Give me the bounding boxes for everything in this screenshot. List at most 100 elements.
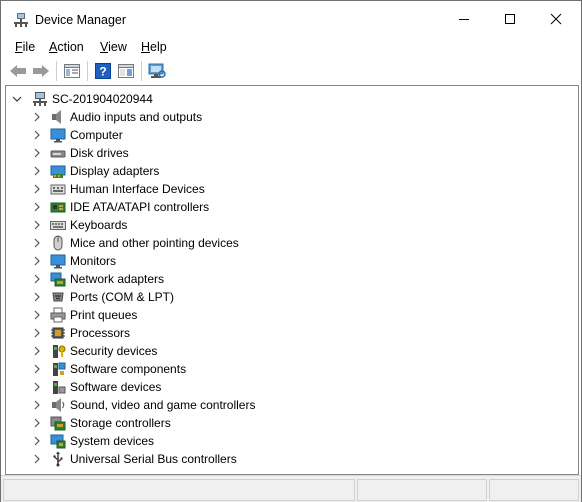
menu-help[interactable]: Help bbox=[141, 40, 167, 54]
tree-category-label: Ports (COM & LPT) bbox=[70, 290, 175, 304]
tree-category[interactable]: Universal Serial Bus controllers bbox=[6, 450, 566, 468]
tree-category[interactable]: Computer bbox=[6, 126, 566, 144]
device-manager-window: Device Manager File Action View Help ? S… bbox=[0, 0, 582, 502]
tree-category[interactable]: Sound, video and game controllers bbox=[6, 396, 566, 414]
chevron-right-icon[interactable] bbox=[32, 112, 42, 122]
chevron-right-icon[interactable] bbox=[32, 202, 42, 212]
tree-category[interactable]: IDE ATA/ATAPI controllers bbox=[6, 198, 566, 216]
properties-icon bbox=[64, 64, 80, 78]
tree-category-label: Sound, video and game controllers bbox=[70, 398, 256, 412]
display-adapter-icon bbox=[50, 163, 66, 179]
menu-action[interactable]: Action bbox=[49, 40, 84, 54]
chevron-right-icon[interactable] bbox=[32, 184, 42, 194]
chevron-right-icon[interactable] bbox=[32, 328, 42, 338]
maximize-button[interactable] bbox=[487, 1, 533, 37]
tree-category[interactable]: Audio inputs and outputs bbox=[6, 108, 566, 126]
tree-category-label: Software components bbox=[70, 362, 187, 376]
tree-category[interactable]: Software devices bbox=[6, 378, 566, 396]
properties-button[interactable] bbox=[63, 62, 81, 80]
hid-icon bbox=[50, 181, 66, 197]
monitor-icon bbox=[50, 127, 66, 143]
title-bar[interactable]: Device Manager bbox=[1, 1, 581, 37]
tree-category[interactable]: System devices bbox=[6, 432, 566, 450]
mouse-icon bbox=[50, 235, 66, 251]
show-hide-pane-button[interactable] bbox=[117, 62, 135, 80]
system-devices-icon bbox=[50, 433, 66, 449]
forward-button[interactable] bbox=[32, 62, 50, 80]
help-button[interactable]: ? bbox=[94, 62, 112, 80]
chevron-right-icon[interactable] bbox=[32, 364, 42, 374]
chevron-right-icon[interactable] bbox=[32, 454, 42, 464]
tree-category[interactable]: Ports (COM & LPT) bbox=[6, 288, 566, 306]
chevron-right-icon[interactable] bbox=[32, 220, 42, 230]
usb-icon bbox=[50, 451, 66, 467]
back-arrow-icon bbox=[10, 65, 26, 77]
computer-icon bbox=[32, 92, 48, 106]
monitor-icon bbox=[50, 253, 66, 269]
chevron-right-icon[interactable] bbox=[32, 274, 42, 284]
tree-category[interactable]: Network adapters bbox=[6, 270, 566, 288]
chevron-right-icon[interactable] bbox=[32, 382, 42, 392]
disk-drive-icon bbox=[50, 145, 66, 161]
ide-controller-icon bbox=[50, 199, 66, 215]
tree-root[interactable]: SC-201904020944 bbox=[6, 90, 566, 108]
sound-icon bbox=[50, 397, 66, 413]
tree-category[interactable]: Keyboards bbox=[6, 216, 566, 234]
chevron-right-icon[interactable] bbox=[32, 256, 42, 266]
tree-category-label: Storage controllers bbox=[70, 416, 171, 430]
back-button[interactable] bbox=[9, 62, 27, 80]
forward-arrow-icon bbox=[33, 65, 49, 77]
tree-category-label: Disk drives bbox=[70, 146, 129, 160]
tree-category[interactable]: Software components bbox=[6, 360, 566, 378]
tree-category-label: Security devices bbox=[70, 344, 158, 358]
chevron-right-icon[interactable] bbox=[32, 130, 42, 140]
security-device-icon bbox=[50, 343, 66, 359]
device-tree[interactable]: SC-201904020944 Audio inputs and outputs… bbox=[5, 85, 579, 475]
chevron-right-icon[interactable] bbox=[32, 238, 42, 248]
tree-category[interactable]: Security devices bbox=[6, 342, 566, 360]
chevron-right-icon[interactable] bbox=[32, 310, 42, 320]
svg-text:?: ? bbox=[99, 65, 106, 79]
tree-category[interactable]: Storage controllers bbox=[6, 414, 566, 432]
chevron-right-icon[interactable] bbox=[32, 418, 42, 428]
help-icon: ? bbox=[95, 63, 111, 79]
printer-icon bbox=[50, 307, 66, 323]
chevron-down-icon[interactable] bbox=[12, 94, 22, 104]
chevron-right-icon[interactable] bbox=[32, 292, 42, 302]
close-icon bbox=[550, 13, 562, 25]
toolbar: ? bbox=[1, 59, 581, 83]
tree-category-label: Print queues bbox=[70, 308, 138, 322]
device-manager-icon bbox=[14, 13, 28, 27]
tree-category[interactable]: Mice and other pointing devices bbox=[6, 234, 566, 252]
status-pane-right bbox=[489, 479, 579, 501]
tree-category[interactable]: Processors bbox=[6, 324, 566, 342]
menu-view[interactable]: View bbox=[100, 40, 127, 54]
chevron-right-icon[interactable] bbox=[32, 346, 42, 356]
show-hide-pane-icon bbox=[118, 64, 134, 78]
tree-category[interactable]: Monitors bbox=[6, 252, 566, 270]
tree-category[interactable]: Display adapters bbox=[6, 162, 566, 180]
chevron-right-icon[interactable] bbox=[32, 166, 42, 176]
toolbar-separator bbox=[56, 61, 57, 81]
close-button[interactable] bbox=[533, 1, 579, 37]
tree-category-label: Monitors bbox=[70, 254, 117, 268]
keyboard-icon bbox=[50, 217, 66, 233]
minimize-button[interactable] bbox=[441, 1, 487, 37]
network-adapter-icon bbox=[50, 271, 66, 287]
chevron-right-icon[interactable] bbox=[32, 148, 42, 158]
chevron-right-icon[interactable] bbox=[32, 400, 42, 410]
speaker-icon bbox=[50, 109, 66, 125]
window-title: Device Manager bbox=[35, 13, 127, 27]
tree-category-label: Network adapters bbox=[70, 272, 165, 286]
tree-category-label: Audio inputs and outputs bbox=[70, 110, 203, 124]
port-icon bbox=[50, 289, 66, 305]
chevron-right-icon[interactable] bbox=[32, 436, 42, 446]
storage-controller-icon bbox=[50, 415, 66, 431]
menu-file[interactable]: File bbox=[15, 40, 35, 54]
tree-category[interactable]: Disk drives bbox=[6, 144, 566, 162]
tree-category[interactable]: Human Interface Devices bbox=[6, 180, 566, 198]
scan-hardware-button[interactable] bbox=[148, 62, 166, 80]
tree-category[interactable]: Print queues bbox=[6, 306, 566, 324]
tree-category-label: Human Interface Devices bbox=[70, 182, 205, 196]
software-device-icon bbox=[50, 379, 66, 395]
